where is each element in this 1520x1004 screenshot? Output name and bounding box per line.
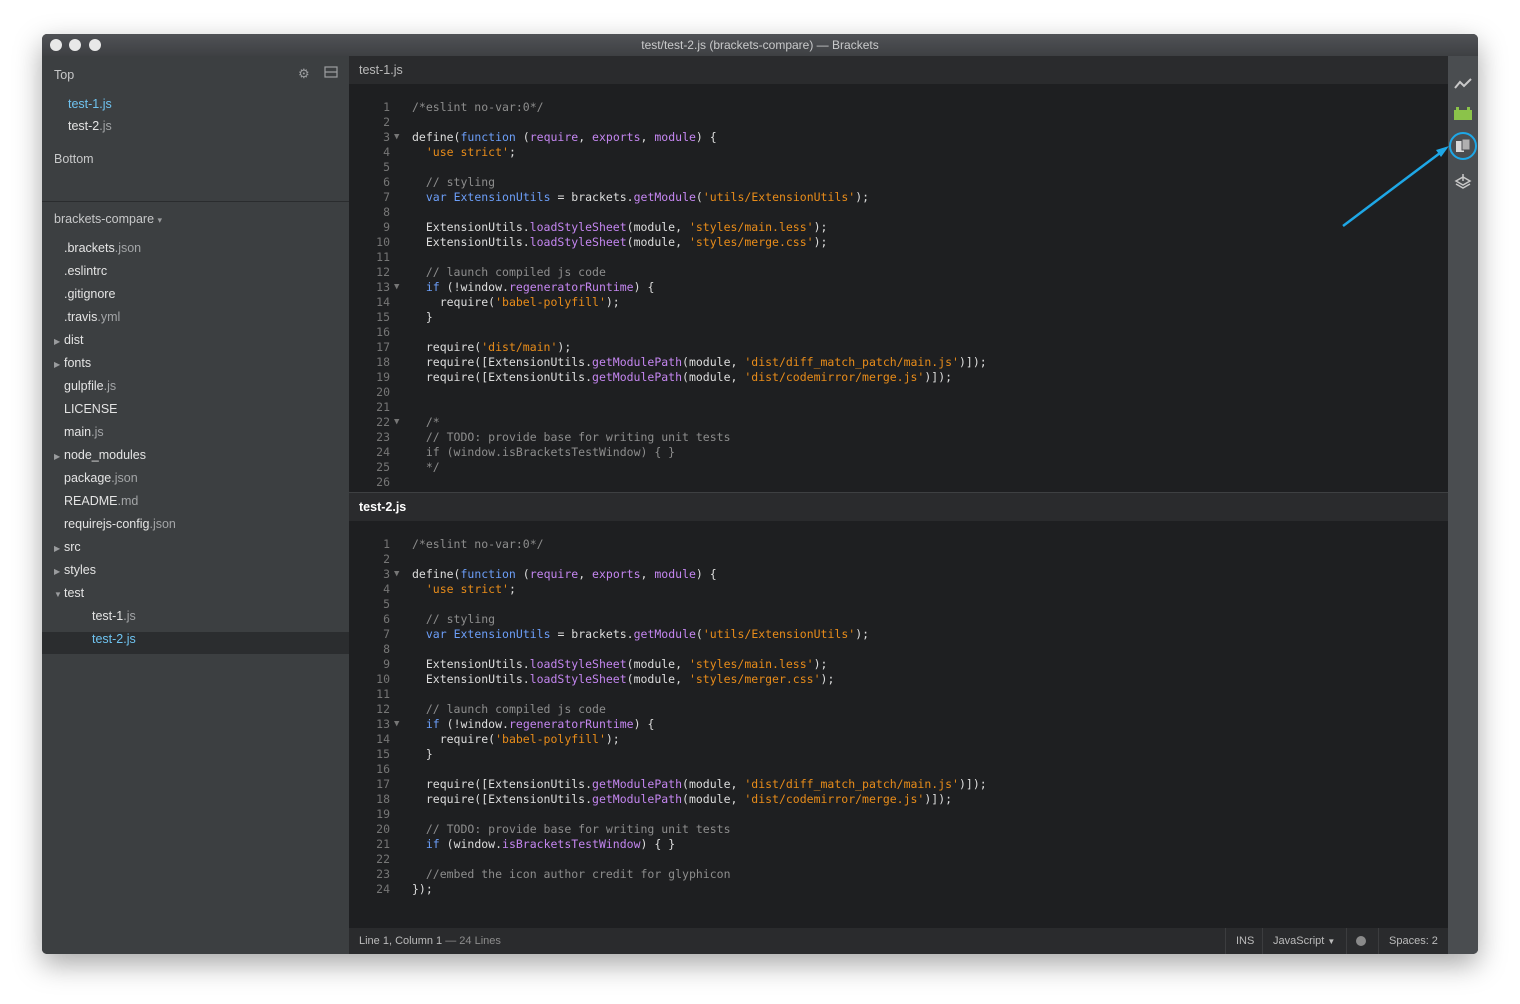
annotation-arrow bbox=[1342, 149, 1445, 227]
annotation-overlay bbox=[1342, 132, 1477, 227]
highlight-circle bbox=[1449, 132, 1477, 160]
